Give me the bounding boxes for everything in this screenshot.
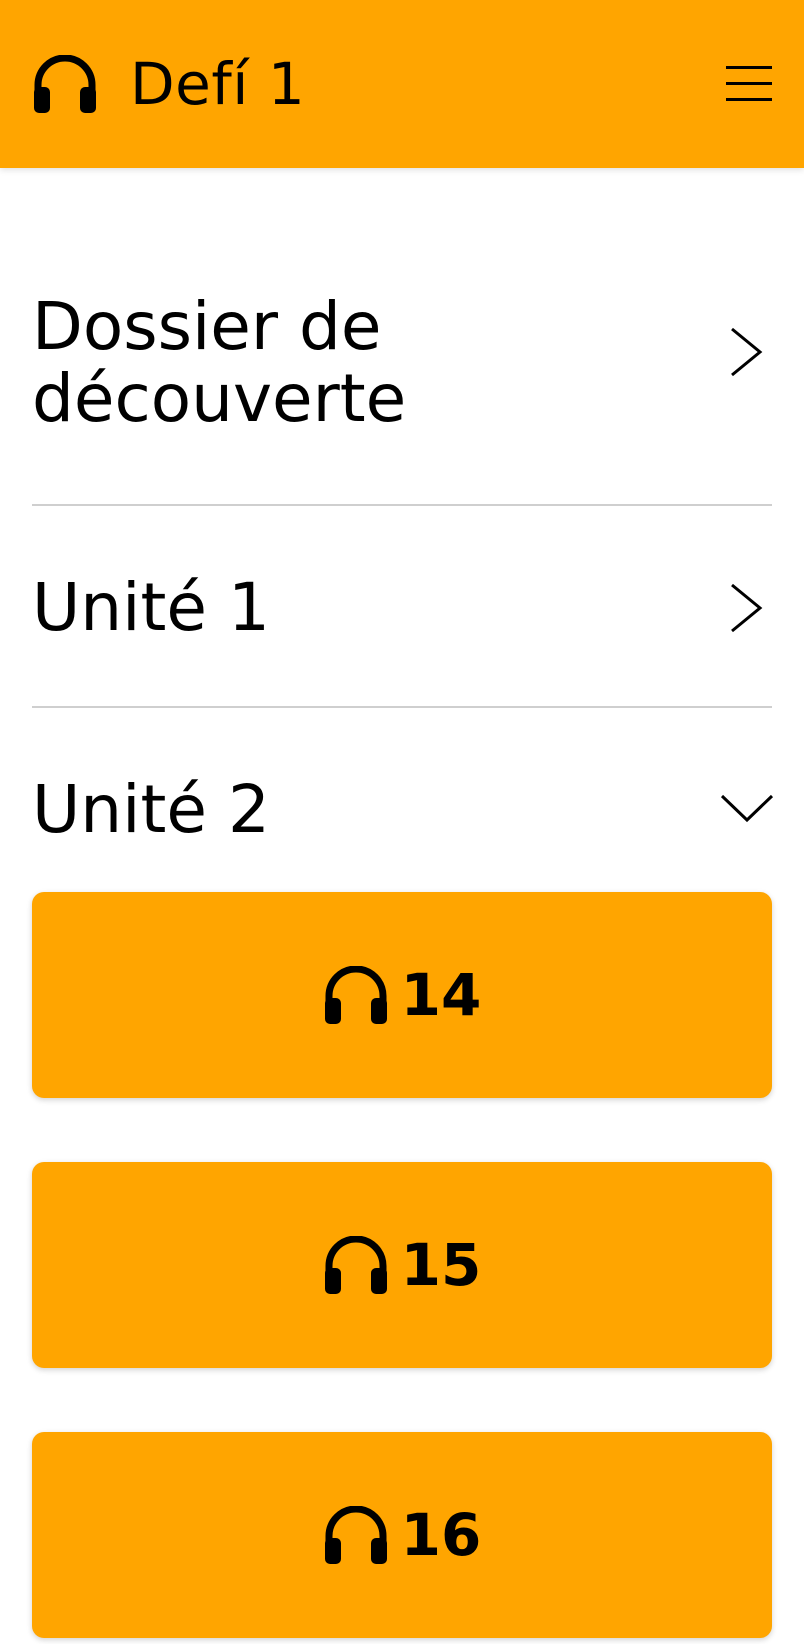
headphones-icon <box>324 1236 387 1294</box>
headphones-icon <box>324 1506 387 1564</box>
chevron-right-icon <box>731 583 763 633</box>
menu-bar <box>726 66 772 69</box>
section-unite-1[interactable]: Unité 1 <box>32 568 772 648</box>
hamburger-menu-icon[interactable] <box>726 66 772 102</box>
menu-bar <box>726 98 772 101</box>
divider <box>32 706 772 708</box>
track-number: 15 <box>400 1231 482 1299</box>
section-label-line: découverte <box>32 360 407 437</box>
track-number: 16 <box>400 1501 482 1569</box>
menu-bar <box>726 82 772 85</box>
headphones-icon <box>324 966 387 1024</box>
section-label: Unité 1 <box>32 569 270 646</box>
chevron-down-icon <box>720 794 774 823</box>
section-label-line: Dossier de <box>32 288 382 365</box>
headphones-icon <box>32 55 98 113</box>
divider <box>32 504 772 506</box>
track-number: 14 <box>400 961 482 1029</box>
chevron-right-icon <box>731 327 763 377</box>
page-title: Defí 1 <box>130 50 306 118</box>
track-15-button[interactable]: 15 <box>32 1162 772 1368</box>
section-label: Unité 2 <box>32 771 270 848</box>
top-bar: Defí 1 <box>0 0 804 168</box>
section-unite-2[interactable]: Unité 2 <box>32 770 774 850</box>
section-dossier-de-decouverte[interactable]: Dossier de découverte <box>32 291 772 435</box>
track-14-button[interactable]: 14 <box>32 892 772 1098</box>
section-label: Dossier de découverte <box>32 291 652 435</box>
track-16-button[interactable]: 16 <box>32 1432 772 1638</box>
